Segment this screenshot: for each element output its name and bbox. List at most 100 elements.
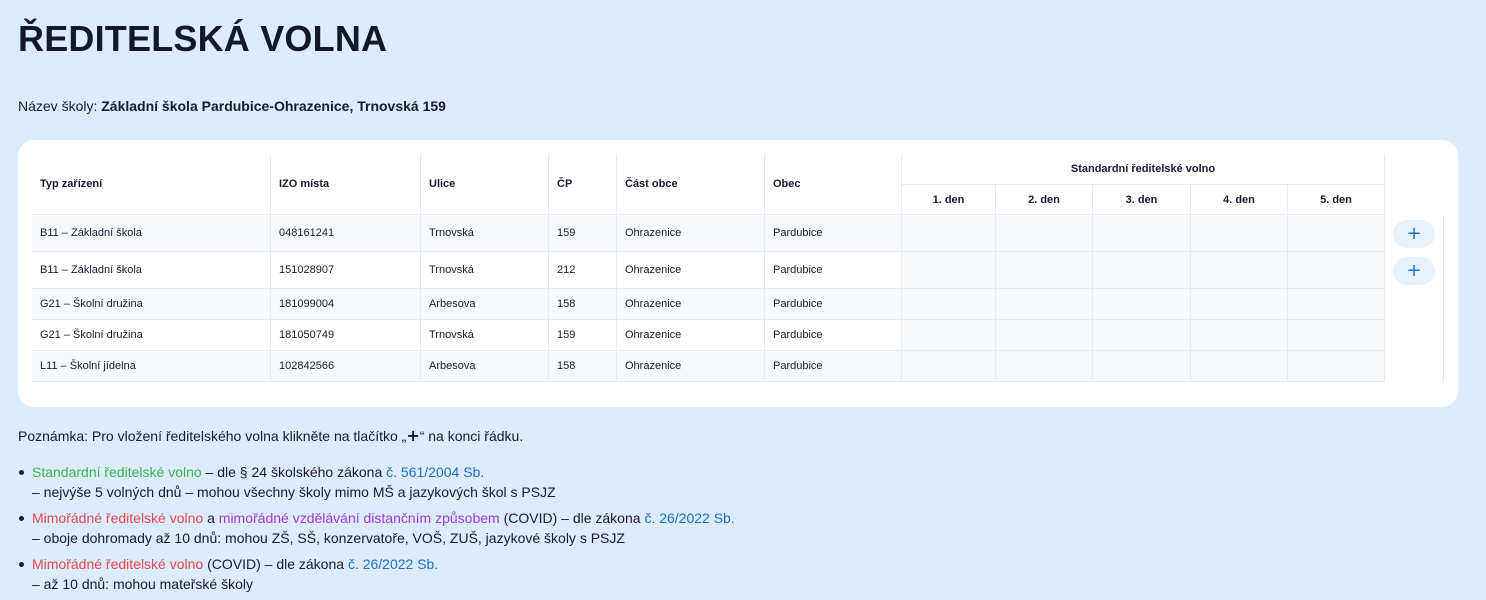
legend-text: (COVID) – dle zákona xyxy=(203,556,348,572)
legend-item-mimoradne-distancni: Mimořádné ředitelské volno a mimořádné v… xyxy=(18,508,735,548)
cell-izo: 151028907 xyxy=(271,252,421,289)
cell-obec: Pardubice xyxy=(765,320,902,351)
table-row: G21 – Školní družina 181050749 Trnovská … xyxy=(32,320,1444,351)
cell-ulice: Trnovská xyxy=(421,215,549,252)
cell-action xyxy=(1385,351,1444,382)
cell-day-5 xyxy=(1288,289,1385,320)
cell-ulice: Trnovská xyxy=(421,320,549,351)
cell-day-4[interactable] xyxy=(1191,252,1288,289)
cell-day-5 xyxy=(1288,320,1385,351)
cell-day-1[interactable] xyxy=(902,215,996,252)
cell-day-5[interactable] xyxy=(1288,215,1385,252)
cell-day-1[interactable] xyxy=(902,252,996,289)
cell-cast-obce: Ohrazenice xyxy=(617,289,765,320)
cell-cast-obce: Ohrazenice xyxy=(617,215,765,252)
cell-typ: G21 – Školní družina xyxy=(32,289,271,320)
cell-day-3[interactable] xyxy=(1093,215,1191,252)
legend-list: Standardní ředitelské volno – dle § 24 š… xyxy=(18,462,735,600)
header-ulice: Ulice xyxy=(421,154,549,215)
cell-typ: G21 – Školní družina xyxy=(32,320,271,351)
cell-ulice: Arbesova xyxy=(421,351,549,382)
cell-cp: 212 xyxy=(549,252,617,289)
legend-mimoradne-title: Mimořádné ředitelské volno xyxy=(32,510,204,526)
cell-cp: 159 xyxy=(549,215,617,252)
school-label: Název školy: xyxy=(18,98,98,114)
cell-obec: Pardubice xyxy=(765,351,902,382)
table-row: B11 – Základní škola 151028907 Trnovská … xyxy=(32,252,1444,289)
legend-detail: – oboje dohromady až 10 dnů: mohou ZŠ, S… xyxy=(32,530,625,546)
cell-typ: L11 – Školní jídelna xyxy=(32,351,271,382)
law-link-561-2004[interactable]: č. 561/2004 Sb. xyxy=(386,464,484,480)
cell-day-1 xyxy=(902,320,996,351)
cell-day-2 xyxy=(996,320,1093,351)
cell-day-2[interactable] xyxy=(996,215,1093,252)
header-obec: Obec xyxy=(765,154,902,215)
cell-day-4 xyxy=(1191,289,1288,320)
header-izo: IZO místa xyxy=(271,154,421,215)
cell-day-1 xyxy=(902,351,996,382)
header-typ: Typ zařízení xyxy=(32,154,271,215)
cell-day-5[interactable] xyxy=(1288,252,1385,289)
facilities-card: Typ zařízení IZO místa Ulice ČP Část obc… xyxy=(18,140,1458,407)
cell-izo: 181099004 xyxy=(271,289,421,320)
add-volno-button[interactable]: + xyxy=(1393,256,1435,285)
table-row: G21 – Školní družina 181099004 Arbesova … xyxy=(32,289,1444,320)
legend-mimoradne-title: Mimořádné ředitelské volno xyxy=(32,556,204,572)
header-day-5: 5. den xyxy=(1288,185,1385,215)
cell-day-2[interactable] xyxy=(996,252,1093,289)
cell-day-3 xyxy=(1093,351,1191,382)
cell-cast-obce: Ohrazenice xyxy=(617,252,765,289)
cell-day-2 xyxy=(996,351,1093,382)
table-row: B11 – Základní škola 048161241 Trnovská … xyxy=(32,215,1444,252)
header-day-4: 4. den xyxy=(1191,185,1288,215)
table-row: L11 – Školní jídelna 102842566 Arbesova … xyxy=(32,351,1444,382)
legend-distancni-title: mimořádné vzdělávání distančním způsobem xyxy=(218,510,500,526)
cell-day-4 xyxy=(1191,351,1288,382)
cell-typ: B11 – Základní škola xyxy=(32,215,271,252)
legend-text: a xyxy=(203,510,219,526)
cell-cp: 159 xyxy=(549,320,617,351)
cell-izo: 181050749 xyxy=(271,320,421,351)
facilities-table: Typ zařízení IZO místa Ulice ČP Část obc… xyxy=(32,154,1444,382)
school-line: Název školy: Základní škola Pardubice-Oh… xyxy=(18,98,446,114)
legend-text: (COVID) – dle zákona xyxy=(499,510,645,526)
header-action xyxy=(1385,154,1444,215)
note-suffix: “ na konci řádku. xyxy=(419,428,524,444)
school-name: Základní škola Pardubice-Ohrazenice, Trn… xyxy=(101,98,446,114)
law-link-26-2022[interactable]: č. 26/2022 Sb. xyxy=(348,556,438,572)
cell-typ: B11 – Základní škola xyxy=(32,252,271,289)
cell-day-4 xyxy=(1191,320,1288,351)
legend-standard-title: Standardní ředitelské volno xyxy=(32,464,202,480)
cell-day-3[interactable] xyxy=(1093,252,1191,289)
cell-cast-obce: Ohrazenice xyxy=(617,320,765,351)
legend-item-mimoradne-ms: Mimořádné ředitelské volno (COVID) – dle… xyxy=(18,554,735,594)
cell-izo: 048161241 xyxy=(271,215,421,252)
cell-day-4[interactable] xyxy=(1191,215,1288,252)
plus-icon: + xyxy=(406,426,420,445)
cell-action: + xyxy=(1385,215,1444,252)
legend-text: – dle § 24 školského zákona xyxy=(201,464,387,480)
cell-cp: 158 xyxy=(549,289,617,320)
cell-izo: 102842566 xyxy=(271,351,421,382)
law-link-26-2022[interactable]: č. 26/2022 Sb. xyxy=(644,510,734,526)
cell-action xyxy=(1385,320,1444,351)
header-day-2: 2. den xyxy=(996,185,1093,215)
page-title: ŘEDITELSKÁ VOLNA xyxy=(18,18,388,59)
note-prefix: Poznámka: Pro vložení ředitelského volna… xyxy=(18,428,407,444)
note: Poznámka: Pro vložení ředitelského volna… xyxy=(18,426,523,445)
header-standard-volno: Standardní ředitelské volno xyxy=(902,154,1385,185)
cell-day-3 xyxy=(1093,320,1191,351)
legend-detail: – nejvýše 5 volných dnů – mohou všechny … xyxy=(32,484,556,500)
cell-ulice: Arbesova xyxy=(421,289,549,320)
header-day-1: 1. den xyxy=(902,185,996,215)
header-cast-obce: Část obce xyxy=(617,154,765,215)
add-volno-button[interactable]: + xyxy=(1393,219,1435,248)
cell-cp: 158 xyxy=(549,351,617,382)
cell-obec: Pardubice xyxy=(765,252,902,289)
cell-action xyxy=(1385,289,1444,320)
cell-day-1 xyxy=(902,289,996,320)
header-day-3: 3. den xyxy=(1093,185,1191,215)
cell-day-3 xyxy=(1093,289,1191,320)
cell-day-5 xyxy=(1288,351,1385,382)
legend-detail: – až 10 dnů: mohou mateřské školy xyxy=(32,576,254,592)
